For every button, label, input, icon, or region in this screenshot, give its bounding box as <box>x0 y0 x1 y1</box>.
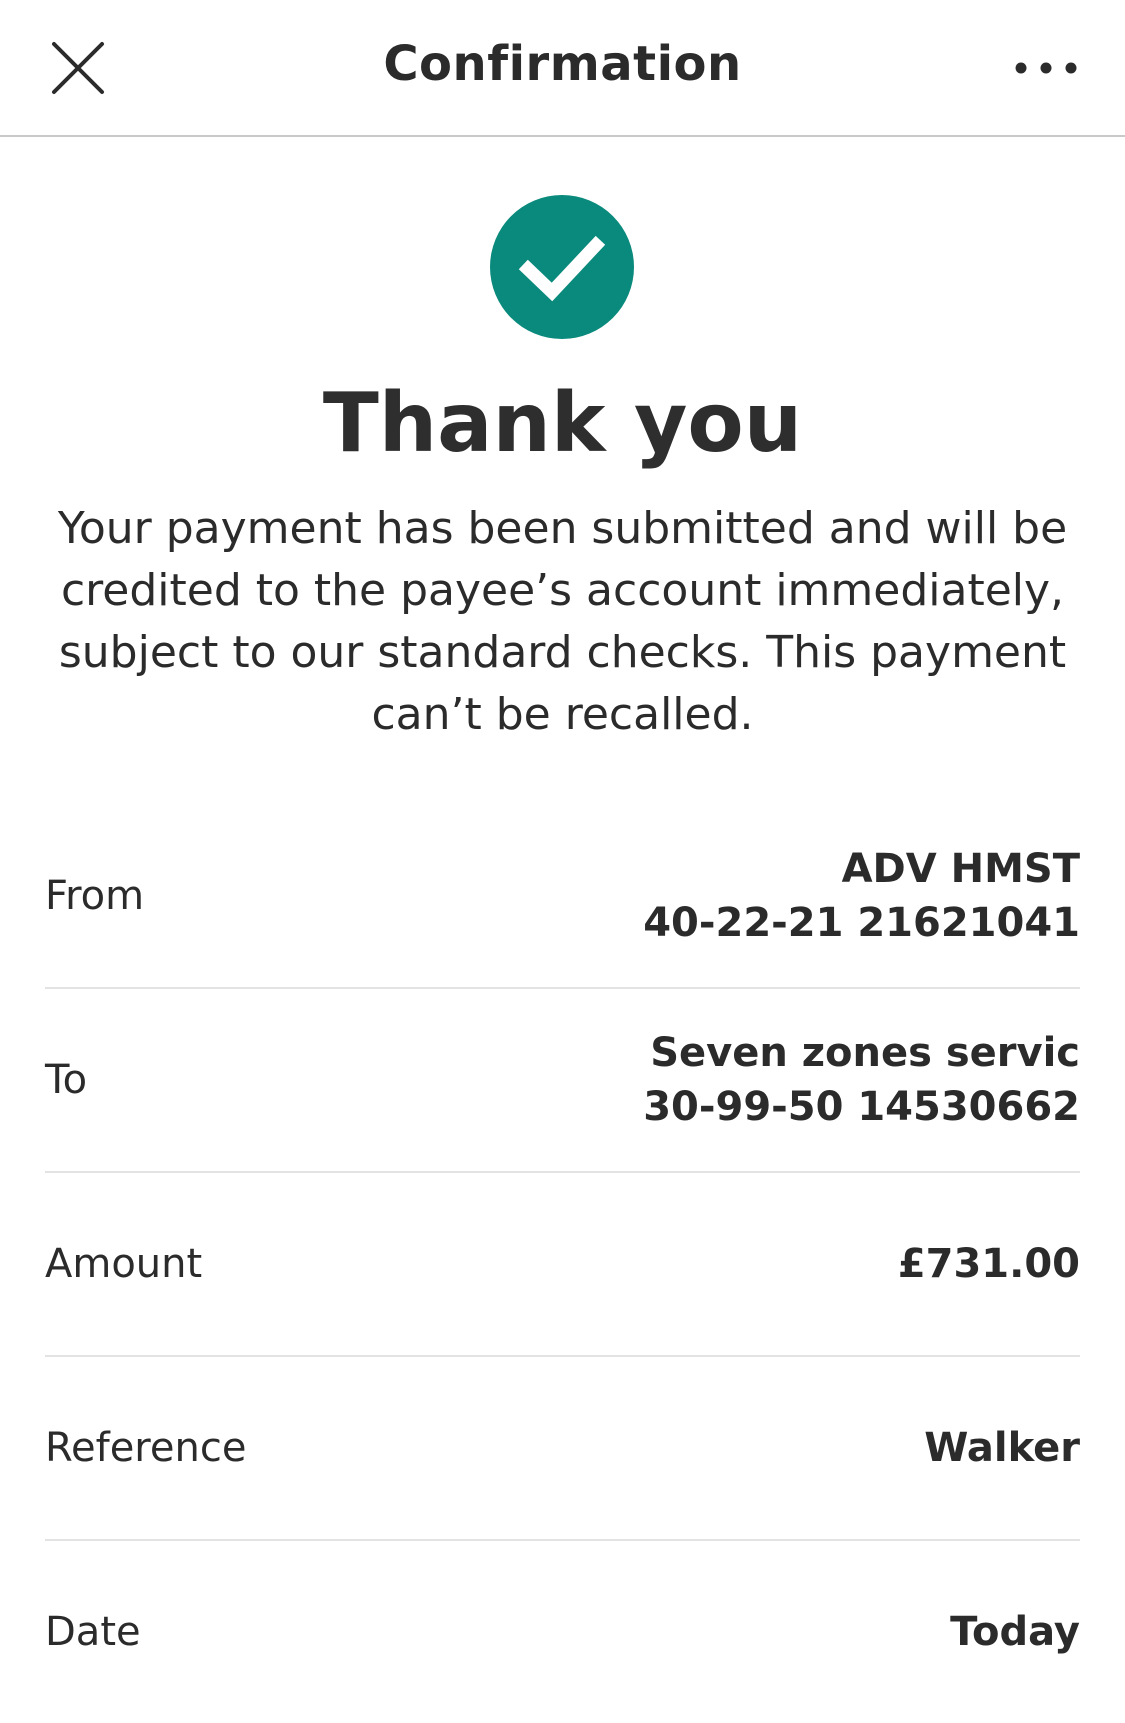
reference-label: Reference <box>45 1425 247 1471</box>
from-account-name: ADV HMST <box>841 846 1080 892</box>
amount-value: £731.00 <box>897 1241 1080 1287</box>
from-account-number: 40-22-21 21621041 <box>643 900 1080 946</box>
payee-account-number: 30-99-50 14530662 <box>643 1084 1080 1130</box>
confirmation-message: Your payment has been submitted and will… <box>57 503 1068 740</box>
detail-row-date: Date Today <box>45 1541 1080 1723</box>
detail-row-reference: Reference Walker <box>45 1357 1080 1541</box>
reference-value: Walker <box>924 1425 1080 1471</box>
date-value: Today <box>950 1609 1080 1655</box>
more-horizontal-icon <box>1015 62 1077 74</box>
success-heading: Thank you <box>322 376 803 471</box>
detail-row-amount: Amount £731.00 <box>45 1173 1080 1357</box>
payment-details: From ADV HMST 40-22-21 21621041 To Seven… <box>45 805 1080 1723</box>
to-value: Seven zones servic 30-99-50 14530662 <box>643 1026 1080 1134</box>
more-options-button[interactable] <box>1007 46 1085 90</box>
payee-name: Seven zones servic <box>650 1030 1080 1076</box>
detail-row-from: From ADV HMST 40-22-21 21621041 <box>45 805 1080 989</box>
detail-row-to: To Seven zones servic 30-99-50 14530662 <box>45 989 1080 1173</box>
date-label: Date <box>45 1609 141 1655</box>
from-value: ADV HMST 40-22-21 21621041 <box>643 842 1080 950</box>
to-label: To <box>45 1057 88 1103</box>
page-title: Confirmation <box>383 36 742 92</box>
from-label: From <box>45 873 145 919</box>
check-circle-icon <box>490 195 634 339</box>
top-bar: Confirmation <box>0 0 1125 137</box>
amount-label: Amount <box>45 1241 203 1287</box>
